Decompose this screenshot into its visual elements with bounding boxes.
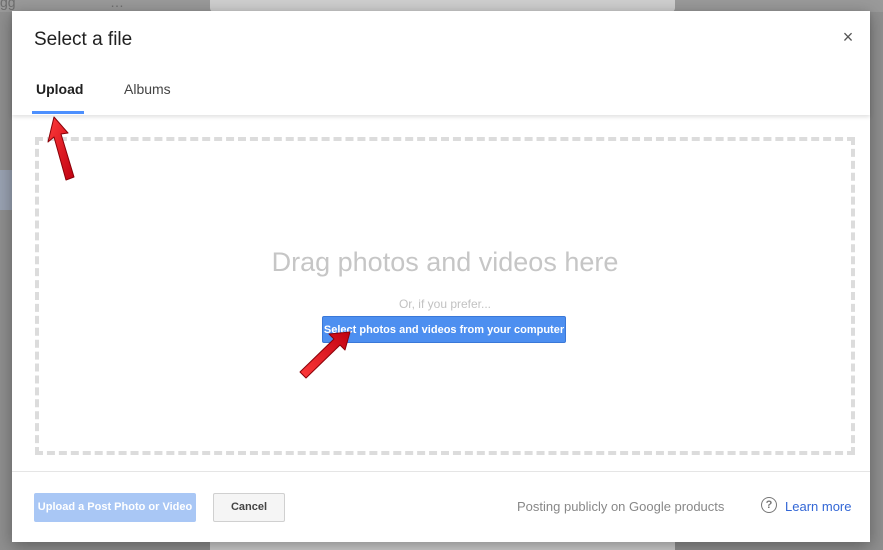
dialog-title: Select a file <box>34 29 133 50</box>
drag-prompt: Drag photos and videos here <box>271 247 619 277</box>
prefer-text: Or, if you prefer... <box>398 297 492 311</box>
background-text-2: … <box>110 0 124 10</box>
red-arrow-icon <box>299 331 351 379</box>
background-side <box>0 170 12 210</box>
posting-notice: Posting publicly on Google products <box>517 499 725 514</box>
upload-post-photo-button[interactable]: Upload a Post Photo or Video <box>34 493 196 522</box>
select-file-dialog: Select a file × Upload Albums Drag photo… <box>12 11 870 542</box>
tab-upload[interactable]: Upload <box>36 81 83 97</box>
red-arrow-icon <box>47 116 75 181</box>
learn-more-link[interactable]: Learn more <box>785 499 851 514</box>
background-text: gg <box>0 0 16 10</box>
footer-divider <box>12 471 870 472</box>
help-circle-icon[interactable]: ? <box>761 497 777 513</box>
select-from-computer-button[interactable]: Select photos and videos from your compu… <box>322 316 566 343</box>
tab-albums[interactable]: Albums <box>124 81 171 97</box>
active-tab-indicator <box>32 111 84 114</box>
dialog-header: Select a file × Upload Albums <box>12 11 870 115</box>
close-icon[interactable]: × <box>838 27 858 47</box>
cancel-button[interactable]: Cancel <box>213 493 285 522</box>
drop-zone[interactable]: Drag photos and videos here Or, if you p… <box>35 137 855 455</box>
